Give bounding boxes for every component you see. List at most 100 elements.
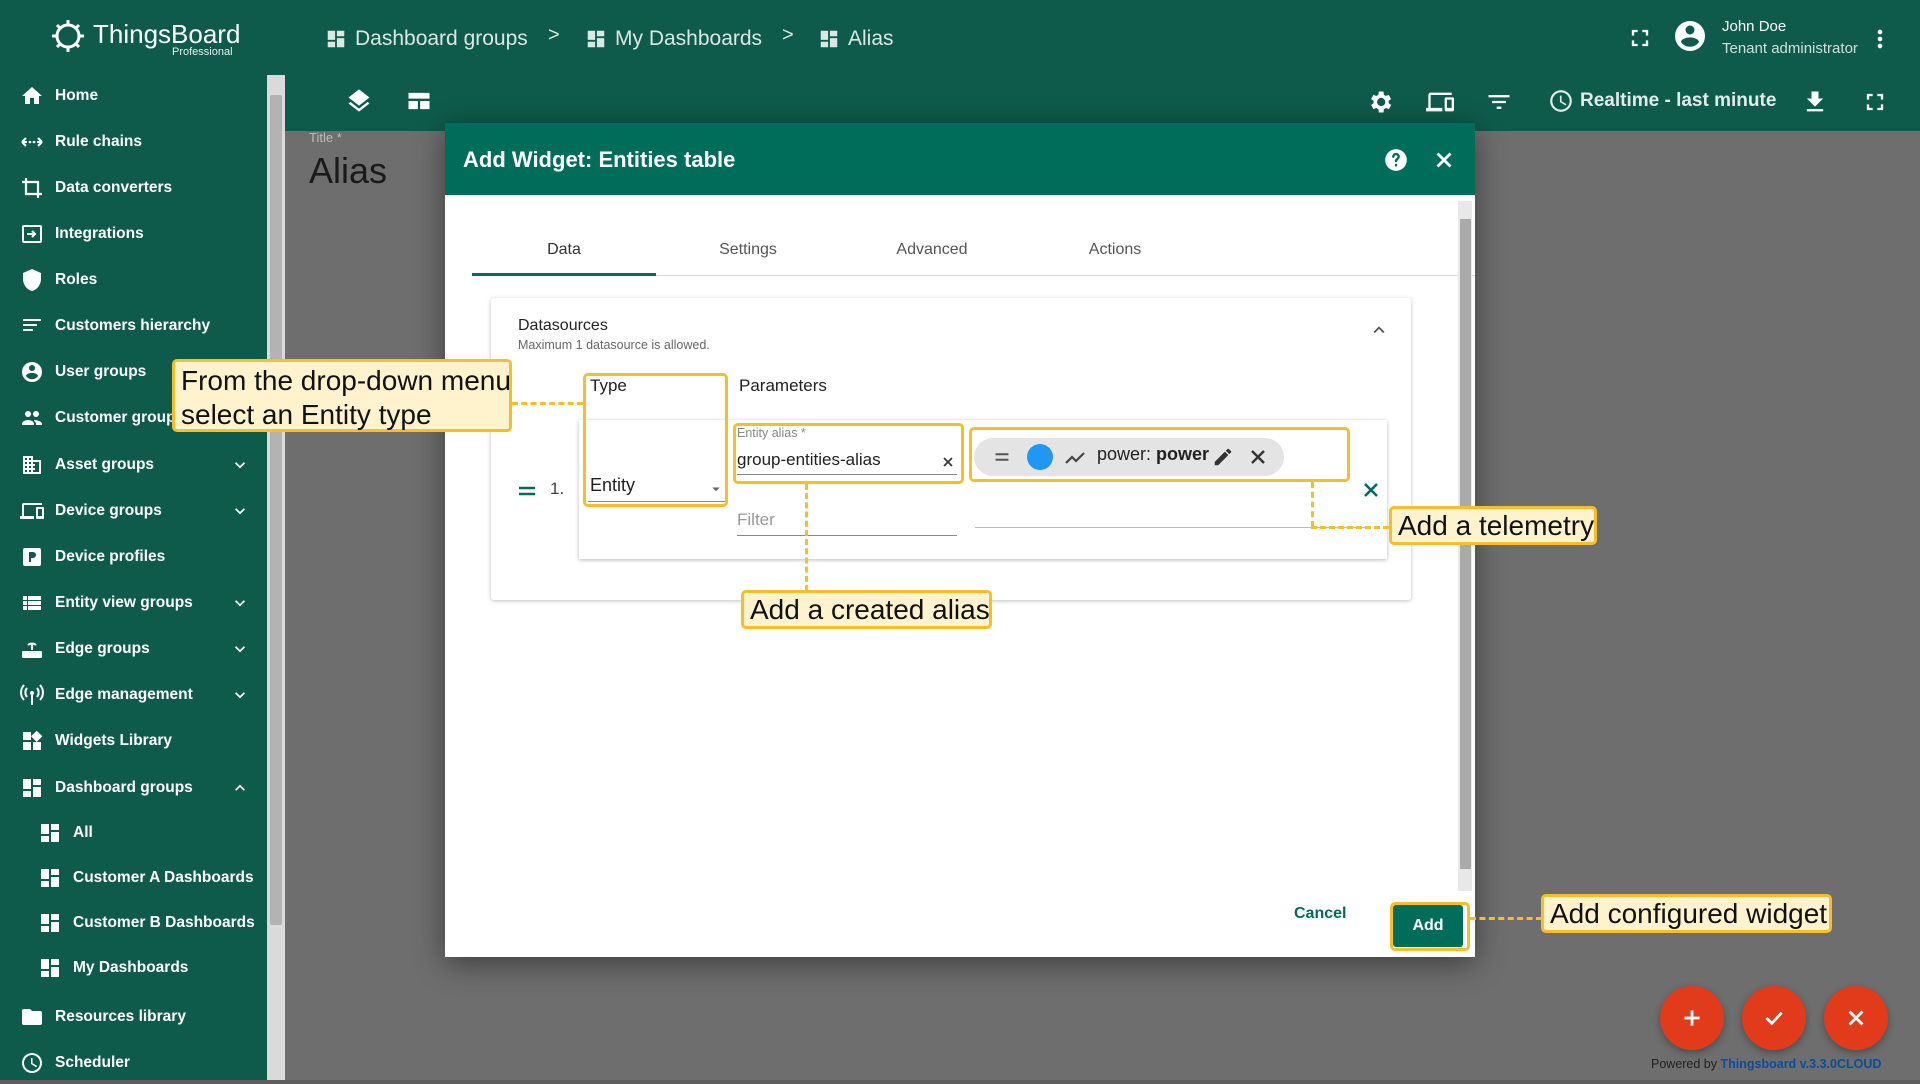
sidebar-item-rule-chains[interactable]: Rule chains: [0, 121, 267, 163]
filter-input[interactable]: Filter: [737, 510, 775, 530]
sidebar-item-edge-management[interactable]: Edge management: [0, 674, 267, 716]
sidebar-item-label: My Dashboards: [73, 959, 189, 976]
sidebar-item-label: Customer B Dashboards: [73, 914, 255, 931]
filter-icon[interactable]: [1485, 88, 1513, 116]
breadcrumb-my-dashboards[interactable]: My Dashboards: [585, 24, 762, 54]
download-icon[interactable]: [1801, 88, 1829, 116]
dashboard-icon: [587, 30, 605, 48]
telemetry-connector-v: [1311, 482, 1314, 527]
dashboard-icon: [41, 914, 59, 932]
dialog-title: Add Widget: Entities table: [463, 147, 736, 172]
sidebar-item-customer-a-dashboards[interactable]: Customer A Dashboards: [0, 857, 267, 899]
dashboard-icon: [327, 30, 345, 48]
discard-changes-fab[interactable]: [1824, 986, 1888, 1050]
sidebar-item-label: Data converters: [55, 179, 173, 196]
add-button-highlight: [1390, 902, 1470, 951]
more-vert-icon[interactable]: [1866, 25, 1894, 53]
sidebar-item-label: Rule chains: [55, 133, 142, 150]
sidebar-item-dashboard-groups[interactable]: Dashboard groups: [0, 767, 267, 809]
type-highlight: [583, 373, 728, 507]
sidebar-item-asset-groups[interactable]: Asset groups: [0, 444, 267, 486]
data-keys-underline: [975, 527, 1365, 528]
sidebar-item-integrations[interactable]: Integrations: [0, 213, 267, 255]
dashboard-icon: [41, 959, 59, 977]
chevron-down-icon: [235, 600, 245, 607]
sidebar-item-resources-library[interactable]: Resources library: [0, 996, 267, 1038]
hierarchy-icon: [23, 319, 41, 331]
integrations-icon: [22, 225, 42, 243]
sidebar-item-edge-groups[interactable]: Edge groups: [0, 628, 267, 670]
sidebar-item-home[interactable]: Home: [0, 75, 267, 117]
sidebar-item-label: Roles: [55, 271, 98, 288]
sidebar-item-label: Resources library: [55, 1008, 186, 1025]
sidebar-item-label: Customer groups: [55, 409, 185, 426]
help-icon[interactable]: [1383, 147, 1409, 173]
sidebar-item-label: Customer A Dashboards: [73, 869, 254, 886]
powered-by-link[interactable]: Thingsboard v.3.3.0CLOUD: [1721, 1057, 1882, 1071]
sidebar-item-label: Scheduler: [55, 1054, 130, 1071]
layers-icon[interactable]: [345, 87, 373, 115]
sidebar-item-customer-b-dashboards[interactable]: Customer B Dashboards: [0, 902, 267, 944]
device-groups-icon: [20, 503, 44, 519]
parameters-column-header: Parameters: [739, 376, 827, 395]
sidebar-item-label: Integrations: [55, 225, 144, 242]
thingsboard-logo-icon: [52, 20, 84, 52]
remove-datasource-icon[interactable]: [1359, 478, 1383, 502]
sidebar-scrollbar-thumb[interactable]: [270, 95, 282, 925]
brand[interactable]: ThingsBoard Professional: [0, 0, 286, 75]
sidebar-item-label: User groups: [55, 363, 147, 380]
alias-connector: [805, 484, 808, 591]
drag-handle-icon[interactable]: [515, 479, 539, 503]
cancel-button[interactable]: Cancel: [1294, 905, 1346, 923]
tab-actions[interactable]: Actions: [1023, 241, 1207, 259]
sidebar-item-device-groups[interactable]: Device groups: [0, 490, 267, 532]
telemetry-highlight: [969, 427, 1350, 482]
sidebar-item-label: Device profiles: [55, 548, 166, 565]
entity-alias-highlight: [733, 423, 964, 484]
sidebar-item-label: All: [73, 824, 93, 841]
chevron-down-icon: [235, 508, 245, 515]
sidebar-item-customers-hierarchy[interactable]: Customers hierarchy: [0, 305, 267, 347]
close-icon[interactable]: [1431, 147, 1457, 173]
tab-active-indicator: [472, 273, 656, 276]
telemetry-connector-h: [1311, 526, 1389, 529]
sidebar-item-all[interactable]: All: [0, 812, 267, 854]
fullscreen-icon[interactable]: [1861, 88, 1889, 116]
chevron-down-icon: [235, 692, 245, 699]
tab-data[interactable]: Data: [472, 241, 656, 259]
apply-changes-fab[interactable]: [1742, 986, 1806, 1050]
timewindow-button[interactable]: Realtime - last minute: [1548, 88, 1776, 114]
add-widget-fab[interactable]: [1660, 986, 1724, 1050]
powered-by: Powered by Thingsboard v.3.3.0CLOUD: [1651, 1057, 1881, 1071]
breadcrumb-dashboard-groups[interactable]: Dashboard groups: [325, 24, 528, 54]
title-field-label: Title *: [309, 130, 342, 145]
folder-icon: [22, 1009, 42, 1025]
layout-icon[interactable]: [405, 87, 433, 115]
sidebar-item-roles[interactable]: Roles: [0, 259, 267, 301]
check-icon: [1765, 1011, 1783, 1026]
add-widget-dialog: Add Widget: Entities table Data Settings…: [445, 123, 1475, 957]
sidebar: Home Rule chains Data converters Integra…: [0, 75, 267, 1080]
tab-settings[interactable]: Settings: [656, 241, 840, 259]
callout-entity-type: From the drop-down menu select an Entity …: [172, 359, 512, 432]
sidebar-item-device-profiles[interactable]: Device profiles: [0, 536, 267, 578]
user-name: John Doe: [1722, 18, 1787, 35]
chevron-down-icon: [235, 462, 245, 469]
sidebar-item-data-converters[interactable]: Data converters: [0, 167, 267, 209]
breadcrumb-label: My Dashboards: [615, 27, 763, 50]
gear-icon[interactable]: [1366, 88, 1394, 116]
filter-underline: [737, 535, 957, 536]
sidebar-item-widgets-library[interactable]: Widgets Library: [0, 720, 267, 762]
add-connector: [1470, 917, 1542, 920]
chevron-up-icon[interactable]: [1368, 319, 1390, 341]
sidebar-item-entity-view-groups[interactable]: Entity view groups: [0, 582, 267, 624]
callout-alias: Add a created alias: [741, 590, 992, 629]
sidebar-item-scheduler[interactable]: Scheduler: [0, 1042, 267, 1084]
title-field[interactable]: Alias: [309, 150, 387, 192]
fullscreen-icon[interactable]: [1626, 24, 1654, 52]
callout-add-widget: Add configured widget: [1541, 894, 1832, 933]
datasources-subtitle: Maximum 1 datasource is allowed.: [518, 338, 710, 352]
tab-advanced[interactable]: Advanced: [840, 241, 1024, 259]
sidebar-item-my-dashboards[interactable]: My Dashboards: [0, 947, 267, 989]
devices-icon[interactable]: [1426, 88, 1454, 116]
